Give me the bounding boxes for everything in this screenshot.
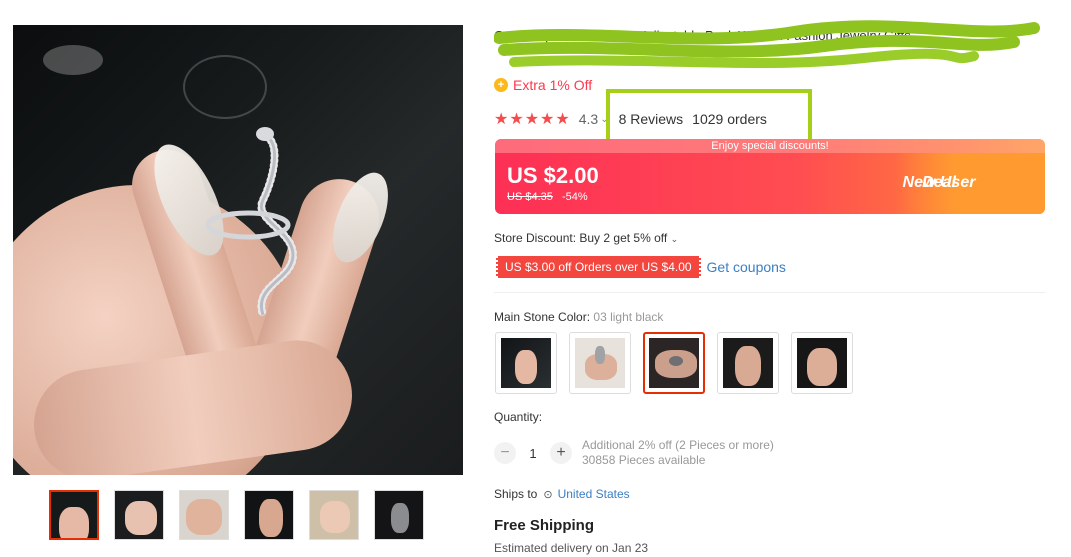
current-price: US $2.00 <box>507 163 599 188</box>
quantity-stepper: − 1 + Additional 2% off (2 Pieces or mor… <box>494 438 774 468</box>
rating-stars: ★★★★★ <box>494 111 571 128</box>
location-pin-icon: ⊙ <box>543 488 553 501</box>
rating-value[interactable]: 4.3 <box>579 111 598 127</box>
color-option-5[interactable] <box>791 332 853 394</box>
color-option-4[interactable] <box>717 332 779 394</box>
deal-line-2: Deal <box>922 174 956 191</box>
coupon-row: US $3.00 off Orders over US $4.00 Get co… <box>496 256 786 278</box>
price-banner: Enjoy special discounts! <box>495 139 1045 153</box>
chevron-down-icon: ⌄ <box>670 234 679 244</box>
main-product-image[interactable] <box>13 25 463 475</box>
thumbnail-2[interactable] <box>114 490 164 540</box>
annotation-highlight-box <box>606 89 812 144</box>
extra-discount-label: Extra 1% Off <box>513 77 593 93</box>
redaction-scribble <box>494 20 1040 69</box>
thumbnail-3[interactable] <box>179 490 229 540</box>
quantity-info: Additional 2% off (2 Pieces or more) 308… <box>582 438 774 468</box>
original-price-row: US $4.35 -54% <box>507 191 588 203</box>
get-coupons-link[interactable]: Get coupons <box>707 259 786 275</box>
quantity-increase-button[interactable]: + <box>550 442 572 464</box>
quantity-decrease-button[interactable]: − <box>494 442 516 464</box>
color-option-2[interactable] <box>569 332 631 394</box>
color-label-text: Main Stone Color: <box>494 310 591 324</box>
coupon-tag[interactable]: US $3.00 off Orders over US $4.00 <box>496 256 701 278</box>
snake-ring-illustration <box>205 127 298 319</box>
price-box: Enjoy special discounts! US $2.00 US $4.… <box>495 139 1045 214</box>
quantity-label: Quantity: <box>494 410 543 424</box>
color-option-1[interactable] <box>495 332 557 394</box>
extra-discount: + Extra 1% Off <box>494 77 592 93</box>
color-option-3[interactable] <box>643 332 705 394</box>
estimated-delivery: Estimated delivery on Jan 23 <box>494 541 649 555</box>
ships-to-row: Ships to ⊙ United States <box>494 487 630 501</box>
new-user-deal-badge[interactable]: New User Deal <box>895 153 1045 214</box>
divider <box>494 292 1045 293</box>
original-price: US $4.35 <box>507 191 553 203</box>
thumbnail-4[interactable] <box>244 490 294 540</box>
thumbnail-1[interactable] <box>49 490 99 540</box>
coin-icon: + <box>494 78 508 92</box>
ships-to-label: Ships to <box>494 487 538 501</box>
color-label: Main Stone Color: 03 light black <box>494 310 663 324</box>
stock-available: 30858 Pieces available <box>582 453 706 467</box>
thumbnail-6[interactable] <box>374 490 424 540</box>
free-shipping: Free Shipping <box>494 517 595 534</box>
bulk-offer: Additional 2% off (2 Pieces or more) <box>582 438 774 452</box>
quantity-value[interactable]: 1 <box>516 446 550 461</box>
store-discount[interactable]: Store Discount: Buy 2 get 5% off ⌄ <box>494 231 678 245</box>
discount-percent: -54% <box>561 191 588 203</box>
ship-country-link[interactable]: United States <box>558 487 630 501</box>
store-discount-text: Store Discount: Buy 2 get 5% off <box>494 231 668 245</box>
selected-color: 03 light black <box>593 310 664 324</box>
thumbnail-5[interactable] <box>309 490 359 540</box>
